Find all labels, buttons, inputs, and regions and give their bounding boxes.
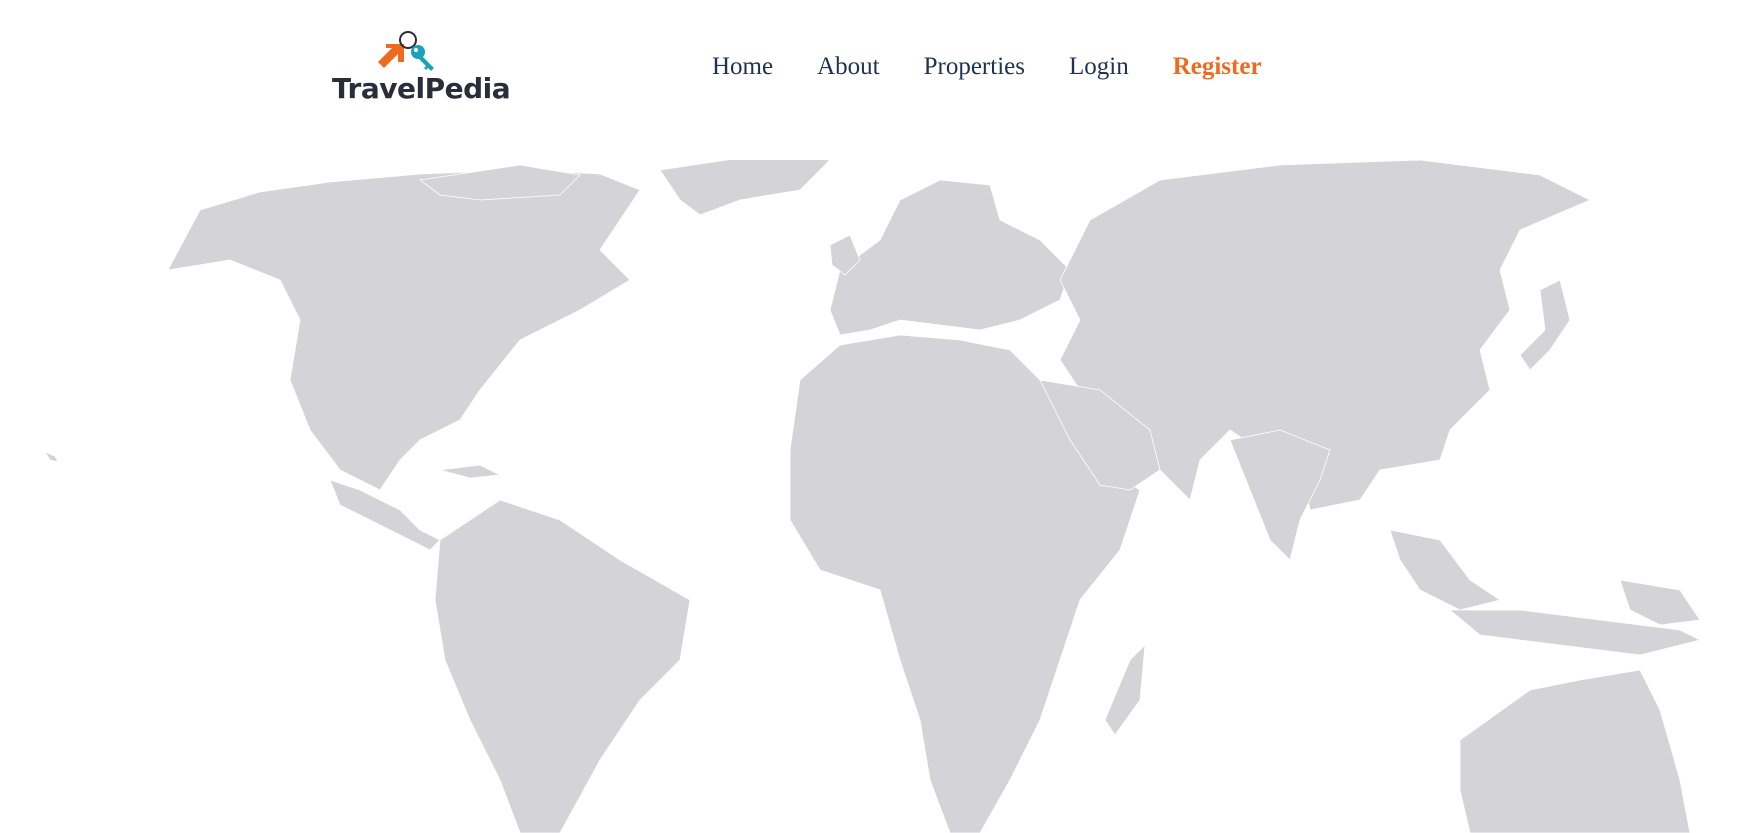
nav-properties[interactable]: Properties: [924, 50, 1025, 84]
europe: [829, 179, 1071, 336]
caribbean: [439, 464, 502, 479]
nav-about[interactable]: About: [817, 50, 880, 84]
arctic-islands: [418, 164, 581, 201]
house-key-icon: [378, 31, 434, 71]
hawaii: [44, 451, 59, 463]
southeast-asia: [1389, 529, 1501, 611]
main-nav: Home About Properties Login Register: [712, 50, 1306, 84]
japan: [1519, 279, 1571, 371]
nav-register[interactable]: Register: [1173, 50, 1262, 84]
nav-login[interactable]: Login: [1069, 50, 1129, 84]
madagascar: [1104, 643, 1146, 736]
world-map: [0, 160, 1748, 833]
central-america: [329, 479, 441, 551]
australia: [1459, 669, 1691, 833]
north-america: [167, 169, 641, 491]
brand-name: TravelPedia: [332, 72, 511, 105]
site-header: TravelPedia Home About Properties Login …: [0, 0, 1748, 130]
brand-logo[interactable]: TravelPedia: [330, 30, 511, 106]
new-guinea: [1619, 579, 1701, 626]
greenland: [659, 160, 831, 216]
south-america: [434, 499, 691, 833]
nav-home[interactable]: Home: [712, 50, 773, 84]
